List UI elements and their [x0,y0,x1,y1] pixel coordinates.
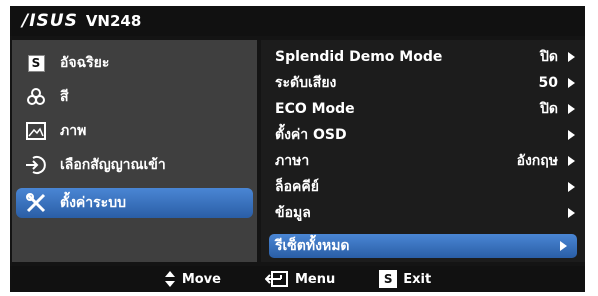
move-label: Move [181,271,221,287]
s-key-icon: S [379,270,398,288]
chevron-right-icon [568,78,575,88]
exit-label: Exit [403,271,432,287]
setting-eco-mode[interactable]: ECO Mode ปิด [261,96,585,122]
setting-label: ภาษา [275,153,310,169]
setting-key-lock[interactable]: ล็อคคีย์ [261,174,585,200]
setting-label: ตั้งค่า OSD [275,127,347,143]
setting-label: ข้อมูล [275,205,311,221]
setting-value: ปิด [540,101,558,117]
up-down-arrows-icon [164,270,176,288]
setting-label: ระดับเสียง [275,75,337,91]
setting-language[interactable]: ภาษา อังกฤษ [261,148,585,174]
menu-label: Menu [294,271,336,287]
model-name: VN248 [85,12,142,30]
menu-item-input-select[interactable]: เลือกสัญญาณเข้า [12,148,257,182]
setting-splendid-demo-mode[interactable]: Splendid Demo Mode ปิด [261,44,585,70]
setting-value: ปิด [540,49,558,65]
menu-item-label: เลือกสัญญาณเข้า [60,157,166,173]
move-hint: Move [164,270,221,288]
chevron-right-icon [568,182,575,192]
menu-item-color[interactable]: สี [12,80,257,114]
menu-item-splendid[interactable]: S อัจฉริยะ [12,46,257,80]
menu-item-label: ตั้งค่าระบบ [60,195,126,211]
exit-hint: S Exit [379,270,431,288]
menu-item-label: สี [60,89,69,105]
setting-label: ล็อคคีย์ [275,179,319,195]
setting-osd-setup[interactable]: ตั้งค่า OSD [261,122,585,148]
menu-hint: Menu [264,270,336,288]
footer-hint-bar: Move Menu S Exit [10,266,585,292]
menu-item-image[interactable]: ภาพ [12,114,257,148]
osd-window: /ISUS VN248 S อัจฉริยะ สี ภาพ เลือกสัญญา… [10,6,585,292]
chevron-right-icon [568,52,575,62]
splendid-s-icon: S [24,51,48,75]
setting-volume[interactable]: ระดับเสียง 50 [261,70,585,96]
color-icon [24,85,48,109]
main-menu: S อัจฉริยะ สี ภาพ เลือกสัญญาณเข้า ตั้งค่… [12,40,257,262]
wrench-tools-icon [24,191,48,215]
chevron-right-icon [560,241,567,251]
setting-information[interactable]: ข้อมูล [261,200,585,226]
setting-all-reset[interactable]: รีเซ็ตทั้งหมด [269,234,577,258]
brand-logo: /ISUS [22,11,78,31]
menu-item-label: ภาพ [60,123,87,139]
chevron-right-icon [568,208,575,218]
setting-label: ECO Mode [275,101,355,117]
setting-label: รีเซ็ตทั้งหมด [275,238,350,254]
chevron-right-icon [568,130,575,140]
settings-panel: Splendid Demo Mode ปิด ระดับเสียง 50 ECO… [261,40,585,262]
setting-label: Splendid Demo Mode [275,49,443,65]
menu-item-system-setup[interactable]: ตั้งค่าระบบ [16,188,253,218]
image-icon [24,119,48,143]
setting-value: อังกฤษ [516,153,558,169]
chevron-right-icon [568,156,575,166]
menu-item-label: อัจฉริยะ [60,55,110,71]
chevron-right-icon [568,104,575,114]
setting-value: 50 [538,75,558,91]
input-select-icon [24,153,48,177]
title-bar: /ISUS VN248 [10,6,585,36]
enter-icon [264,270,289,288]
